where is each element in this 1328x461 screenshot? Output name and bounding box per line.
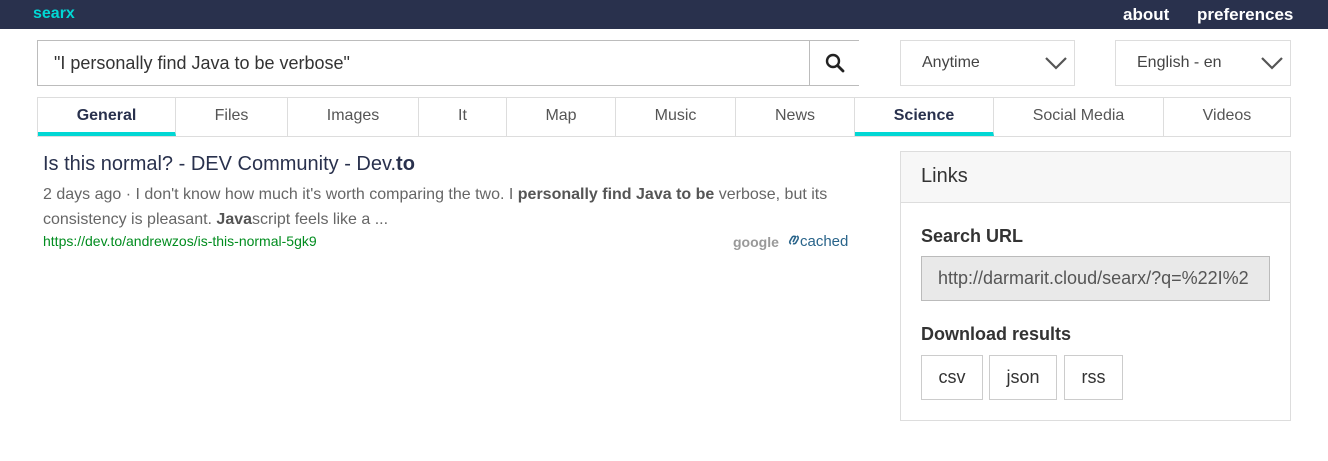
links-panel: Links Search URL Download results csv js… [900, 151, 1291, 421]
snippet-text: I don't know how much it's worth compari… [135, 186, 518, 203]
search-button[interactable] [809, 41, 859, 85]
result-snippet: 2 days ago · I don't know how much it's … [43, 182, 863, 232]
tab-videos[interactable]: Videos [1164, 98, 1290, 136]
top-navbar: searx about preferences [0, 0, 1328, 29]
chevron-down-icon [1261, 57, 1283, 70]
tab-social-media[interactable]: Social Media [994, 98, 1164, 136]
tab-science[interactable]: Science [855, 98, 994, 136]
download-rss-button[interactable]: rss [1064, 355, 1123, 400]
tab-images[interactable]: Images [288, 98, 419, 136]
result-separator: · [121, 186, 136, 203]
download-csv-button[interactable]: csv [921, 355, 983, 400]
snippet-highlight: Java [216, 211, 253, 228]
cached-link[interactable]: cached [788, 233, 848, 250]
snippet-highlight: personally find Java to be [517, 186, 715, 203]
tab-map[interactable]: Map [507, 98, 616, 136]
download-results-label: Download results [921, 324, 1072, 344]
search-icon [825, 53, 845, 73]
tab-general[interactable]: General [38, 98, 176, 136]
result-title-text: Is this normal? - DEV Community - Dev. [43, 153, 397, 175]
link-icon [788, 235, 800, 245]
search-url-field[interactable] [921, 256, 1270, 301]
tab-news[interactable]: News [736, 98, 855, 136]
language-value: English - en [1137, 54, 1222, 71]
tab-it[interactable]: It [419, 98, 507, 136]
tab-music[interactable]: Music [616, 98, 736, 136]
tab-files[interactable]: Files [176, 98, 288, 136]
language-select[interactable]: English - en [1115, 40, 1291, 86]
result-item: Is this normal? - DEV Community - Dev.to… [43, 153, 863, 250]
result-title-link[interactable]: Is this normal? - DEV Community - Dev.to [43, 153, 863, 179]
search-url-label: Search URL [921, 226, 1024, 246]
snippet-text: script feels like a ... [252, 211, 389, 228]
chevron-down-icon [1045, 57, 1067, 70]
cached-label: cached [800, 233, 849, 250]
result-title-highlight: to [396, 153, 415, 175]
brand-logo-link[interactable]: searx [33, 5, 75, 23]
result-engine-label: google [733, 234, 779, 250]
result-age: 2 days ago [43, 186, 122, 203]
time-range-select[interactable]: Anytime [900, 40, 1075, 86]
preferences-link[interactable]: preferences [1197, 5, 1293, 25]
time-range-value: Anytime [922, 54, 980, 71]
search-input[interactable] [38, 41, 809, 85]
category-tabs: General Files Images It Map Music News S… [37, 97, 1291, 137]
search-form [37, 40, 859, 86]
about-link[interactable]: about [1123, 5, 1169, 25]
links-panel-heading: Links [901, 152, 1290, 203]
download-json-button[interactable]: json [989, 355, 1057, 400]
